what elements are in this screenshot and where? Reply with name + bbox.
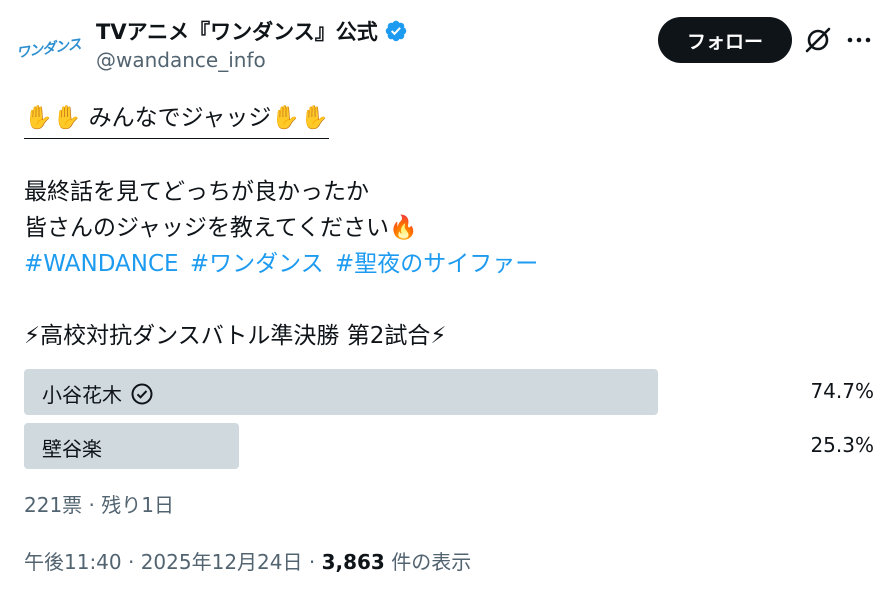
hashtag-link[interactable]: #WANDANCE	[24, 251, 179, 277]
poll-option-percent: 25.3%	[810, 433, 874, 457]
tweet-line-3: 皆さんのジャッジを教えてください🔥	[24, 215, 418, 241]
poll-option: 壁谷楽 25.3%	[24, 423, 874, 469]
verified-badge-icon	[385, 20, 406, 42]
follow-button[interactable]: フォロー	[658, 17, 792, 63]
more-icon[interactable]	[845, 28, 873, 52]
tweet-line-heading: ✋✋ みんなでジャッジ✋✋	[24, 98, 329, 139]
display-name[interactable]: TVアニメ『ワンダンス』公式	[96, 16, 408, 46]
tweet-line-5: ⚡高校対抗ダンスバトル準決勝 第2試合⚡	[24, 323, 447, 349]
handle[interactable]: @wandance_info	[96, 48, 266, 72]
hashtag-link[interactable]: #ワンダンス	[190, 251, 324, 277]
poll-option-percent: 74.7%	[810, 379, 874, 403]
grok-icon[interactable]	[802, 24, 834, 56]
display-name-text: TVアニメ『ワンダンス』公式	[96, 20, 378, 44]
hashtag-list: #WANDANCE #ワンダンス #聖夜のサイファー	[24, 244, 542, 278]
poll-option-label: 壁谷楽	[42, 437, 102, 461]
tweet-footer: 午後11:40 · 2025年12月24日 · 3,863 件の表示	[24, 546, 471, 575]
hashtag-link[interactable]: #聖夜のサイファー	[335, 251, 538, 277]
poll-option-label: 小谷花木	[42, 379, 154, 408]
view-count-label: 件の表示	[384, 550, 472, 574]
view-count: 3,863	[321, 550, 385, 574]
avatar-logo: ワンダンス	[14, 36, 82, 62]
poll-meta: 221票 · 残り1日	[24, 493, 174, 517]
poll-option: 小谷花木 74.7%	[24, 369, 874, 415]
check-circle-icon	[131, 383, 153, 404]
tweet-line-2: 最終話を見てどっちが良かったか	[24, 179, 369, 205]
timestamp[interactable]: 午後11:40 · 2025年12月24日 ·	[24, 550, 322, 574]
avatar[interactable]: ワンダンス	[14, 14, 82, 82]
